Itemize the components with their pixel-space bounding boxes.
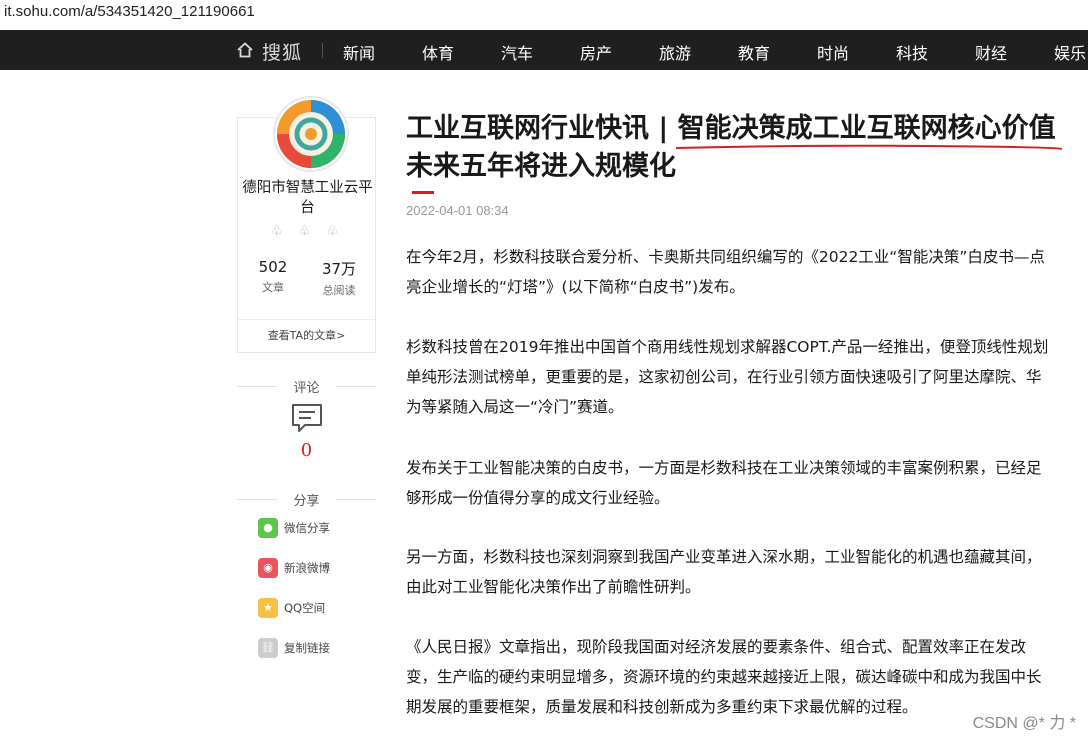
copy-link-button[interactable]: ⛓ 复制链接 [258,637,330,659]
wechat-icon: ● [258,517,278,538]
title-red-mark [412,191,434,194]
comment-icon[interactable] [291,403,323,433]
article-count-stat: 502 文章 [243,258,303,295]
article-paragraph: 另一方面，杉数科技也深刻洞察到我国产业变革进入深水期，工业智能化的机遇也蕴藏其间… [406,548,1042,596]
avatar-gear-icon [277,100,345,168]
article-count: 502 [258,258,288,276]
sohu-logo[interactable]: 搜狐 [262,38,302,65]
view-author-articles-link[interactable]: 查看TA的文章> [238,319,375,352]
article-paragraph: 发布关于工业智能决策的白皮书，一方面是杉数科技在工业决策领域的丰富案例积累，已经… [406,459,1042,507]
url-text[interactable]: it.sohu.com/a/534351420_121190661 [4,3,255,20]
article-paragraph: 在今年2月，杉数科技联合爱分析、卡奥斯共同组织编写的《2022工业“智能决策”白… [406,248,1045,296]
weibo-icon: ◉ [258,557,278,578]
article-paragraph: 杉数科技曾在2019年推出中国首个商用线性规划求解器COPT.产品一经推出，便登… [406,338,1049,416]
share-section-title: 分享 [237,490,376,509]
qzone-icon: ★ [258,597,278,618]
browser-address-bar[interactable]: it.sohu.com/a/534351420_121190661 [0,0,1088,31]
author-card: 德阳市智慧工业云平台 ♧ ♧ ♧ 502 文章 37万 总阅读 查看TA的文章> [237,96,377,353]
title-red-underline [676,144,1062,150]
share-qzone-button[interactable]: ★ QQ空间 [258,597,325,619]
nav-item-fashion[interactable]: 时尚 [817,40,849,64]
share-wechat-button[interactable]: ● 微信分享 [258,517,330,539]
nav-item-education[interactable]: 教育 [738,40,770,64]
copy-link-label: 复制链接 [284,640,330,655]
author-name[interactable]: 德阳市智慧工业云平台 [238,178,377,218]
read-count-stat: 37万 总阅读 [309,258,369,298]
link-icon: ⛓ [258,637,278,658]
nav-item-sports[interactable]: 体育 [422,40,454,64]
read-count: 37万 [321,260,357,278]
nav-item-news[interactable]: 新闻 [343,40,375,64]
csdn-watermark: CSDN @* 力 * [972,715,1076,732]
read-count-label: 总阅读 [322,284,356,297]
article-paragraph: 《人民日报》文章指出，现阶段我国面对经济发展的要素条件、组合式、配置效率正在发改… [406,638,1042,716]
article-count-label: 文章 [262,281,284,294]
nav-item-realestate[interactable]: 房产 [580,40,612,64]
share-weibo-button[interactable]: ◉ 新浪微博 [258,557,330,579]
author-level-badges: ♧ ♧ ♧ [270,224,345,239]
nav-item-auto[interactable]: 汽车 [501,40,533,64]
nav-item-finance[interactable]: 财经 [975,40,1007,64]
comments-section-title: 评论 [237,377,376,396]
nav-item-tech[interactable]: 科技 [896,40,928,64]
nav-item-entertainment[interactable]: 娱乐 [1054,40,1086,64]
share-wechat-label: 微信分享 [284,520,330,535]
author-avatar[interactable] [273,96,349,172]
share-weibo-label: 新浪微博 [284,560,330,575]
top-navigation: 搜狐 新闻 体育 汽车 房产 旅游 教育 时尚 科技 财经 娱乐 [0,30,1088,70]
share-qzone-label: QQ空间 [284,600,326,615]
nav-divider [322,43,323,58]
home-icon[interactable] [237,42,253,58]
comment-count[interactable]: 0 [237,440,376,461]
publish-date: 2022-04-01 08:34 [406,203,509,218]
nav-item-travel[interactable]: 旅游 [659,40,691,64]
